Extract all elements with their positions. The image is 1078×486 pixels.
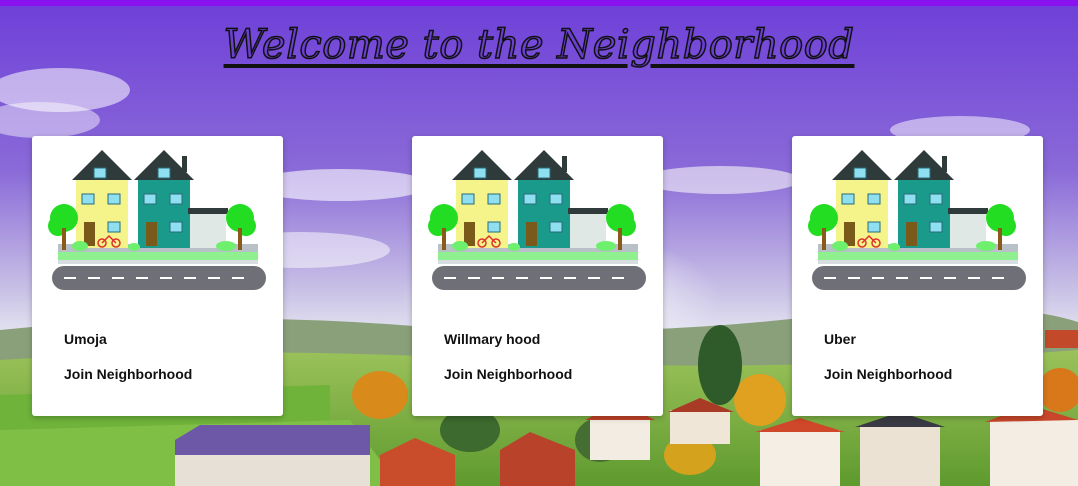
houses-street-illustration [807, 149, 1027, 291]
page: Welcome to the Neighborhood Umoja Join N… [0, 0, 1078, 486]
neighborhood-name: Umoja [64, 331, 107, 347]
neighborhood-card[interactable]: Willmary hood Join Neighborhood [412, 136, 663, 416]
join-neighborhood-button[interactable]: Join Neighborhood [824, 366, 952, 382]
neighborhood-name: Uber [824, 331, 856, 347]
join-neighborhood-button[interactable]: Join Neighborhood [64, 366, 192, 382]
join-neighborhood-button[interactable]: Join Neighborhood [444, 366, 572, 382]
neighborhood-card[interactable]: Umoja Join Neighborhood [32, 136, 283, 416]
top-accent-bar [0, 0, 1078, 6]
houses-street-illustration [47, 149, 267, 291]
neighborhood-card[interactable]: Uber Join Neighborhood [792, 136, 1043, 416]
page-title-wrapper: Welcome to the Neighborhood [0, 21, 1078, 69]
houses-street-illustration [427, 149, 647, 291]
page-title: Welcome to the Neighborhood [223, 21, 855, 69]
neighborhood-name: Willmary hood [444, 331, 541, 347]
